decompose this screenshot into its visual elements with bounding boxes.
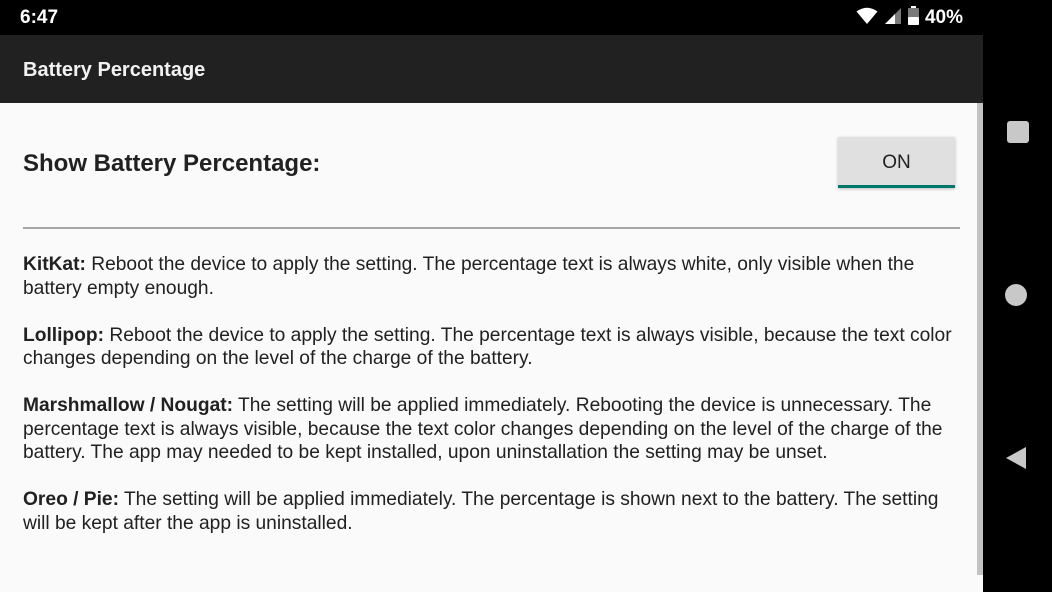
status-icons: 40% <box>856 6 963 30</box>
recent-apps-icon <box>1007 121 1029 143</box>
setting-label: Show Battery Percentage: <box>23 150 321 177</box>
toggle-button-label: ON <box>882 151 911 173</box>
app-bar: Battery Percentage <box>0 35 983 103</box>
divider <box>23 227 960 229</box>
back-button[interactable] <box>1005 446 1029 472</box>
info-text: Reboot the device to apply the setting. … <box>23 254 915 299</box>
info-marshmallow-nougat: Marshmallow / Nougat: The setting will b… <box>23 394 968 465</box>
recent-apps-button[interactable] <box>1007 121 1029 143</box>
app-title: Battery Percentage <box>23 59 206 81</box>
status-time: 6:47 <box>20 7 59 28</box>
battery-icon <box>907 6 919 30</box>
info-oreo-pie: Oreo / Pie: The setting will be applied … <box>23 488 968 535</box>
home-button[interactable] <box>1005 284 1029 308</box>
battery-percentage-toggle-button[interactable]: ON <box>838 137 955 188</box>
info-text: Reboot the device to apply the setting. … <box>23 324 952 370</box>
info-heading: KitKat: <box>23 254 86 275</box>
info-heading: Oreo / Pie: <box>23 489 119 510</box>
home-icon <box>1005 284 1027 306</box>
navigation-bar <box>983 0 1052 592</box>
toggle-accent-underline <box>838 185 955 188</box>
status-bar: 6:47 40% <box>0 0 983 35</box>
back-icon <box>1005 447 1027 474</box>
info-list: KitKat: Reboot the device to apply the s… <box>23 253 968 559</box>
cell-signal-icon <box>884 7 902 30</box>
info-heading: Marshmallow / Nougat: <box>23 395 234 416</box>
info-heading: Lollipop: <box>23 324 104 346</box>
info-text: The setting will be applied immediately.… <box>23 489 939 534</box>
main-content: Show Battery Percentage: ON KitKat: Rebo… <box>0 103 983 592</box>
wifi-icon <box>856 7 878 30</box>
info-lollipop: Lollipop: Reboot the device to apply the… <box>23 324 968 371</box>
battery-percent-text: 40% <box>924 7 963 28</box>
info-kitkat: KitKat: Reboot the device to apply the s… <box>23 253 968 300</box>
